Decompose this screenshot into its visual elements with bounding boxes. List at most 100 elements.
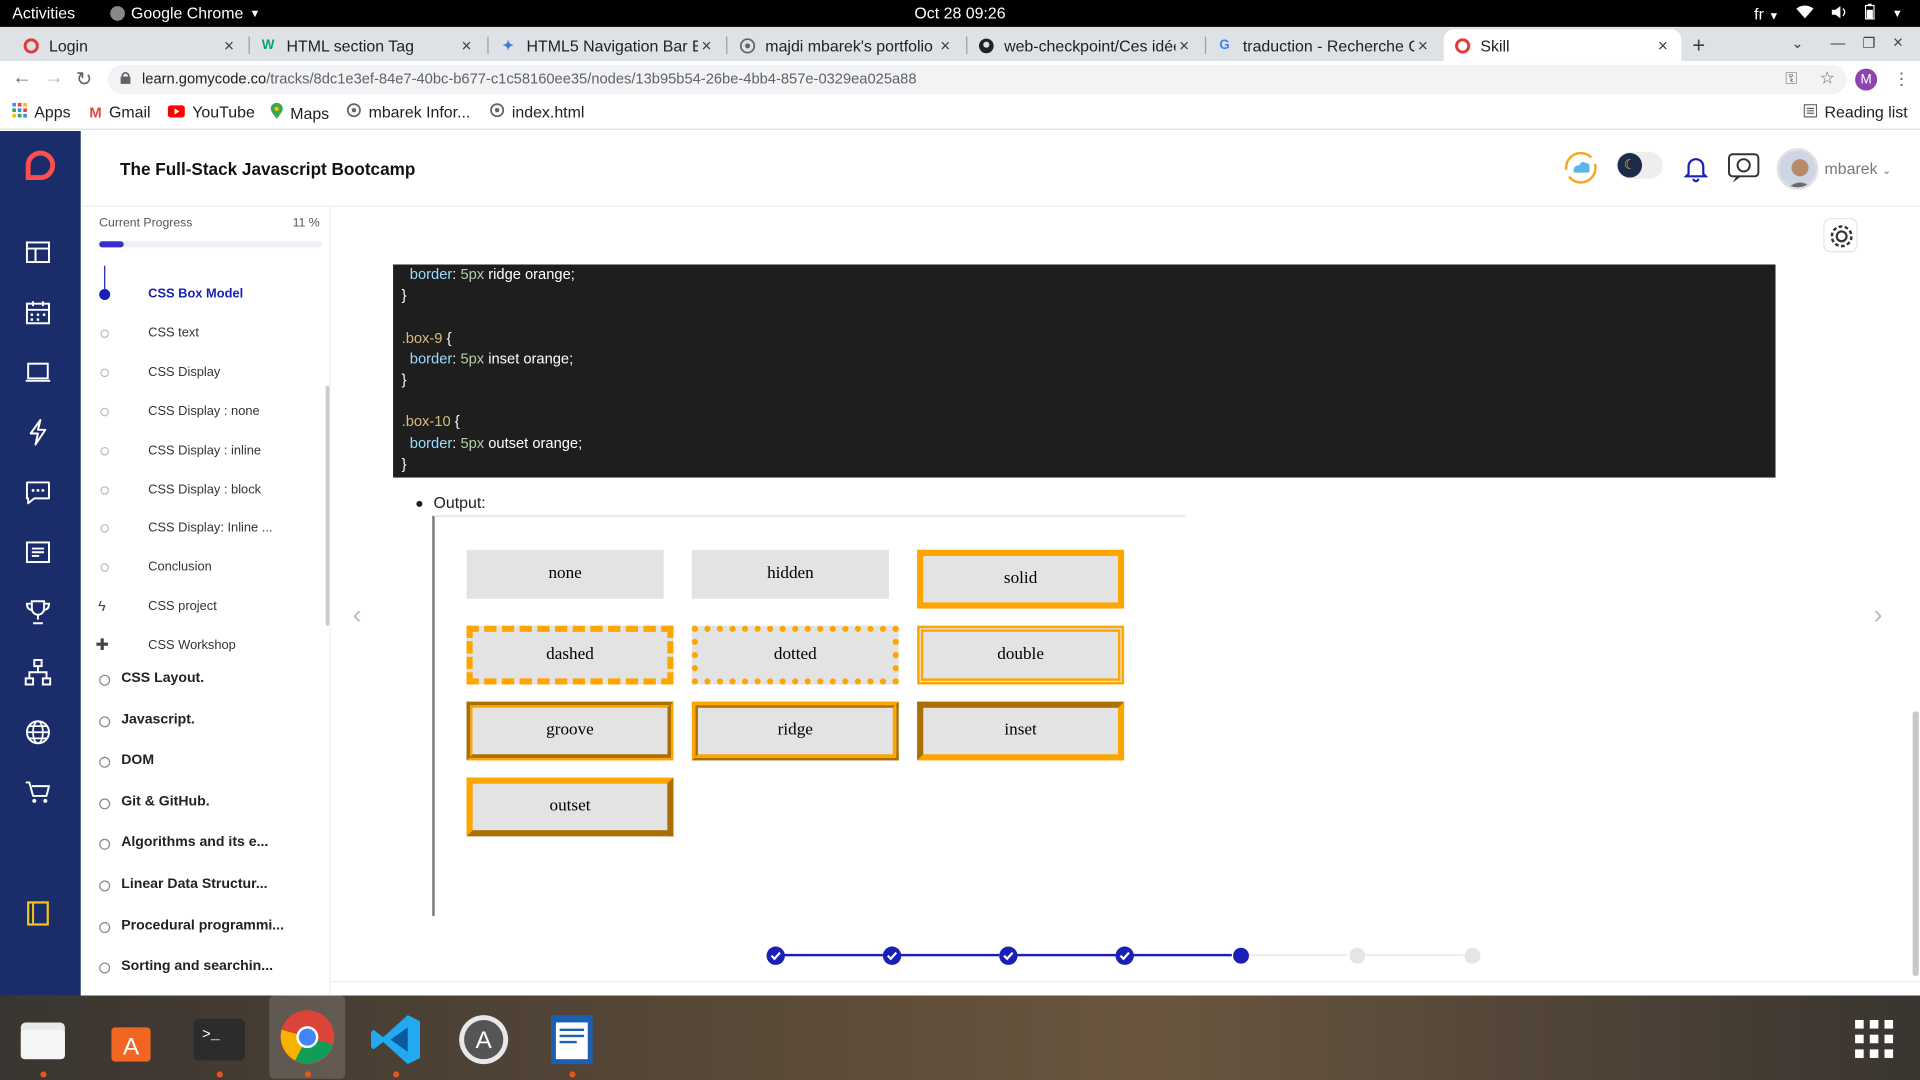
- step-completed[interactable]: [766, 946, 785, 965]
- back-arrow-icon[interactable]: ←: [12, 67, 32, 89]
- wifi-icon[interactable]: [1796, 4, 1814, 22]
- sidebar-section-item[interactable]: Javascript.: [121, 712, 195, 727]
- tab-search-icon[interactable]: ⌄: [1791, 34, 1803, 51]
- step-completed[interactable]: [1115, 946, 1134, 965]
- bell-icon[interactable]: [1683, 156, 1709, 189]
- lock-icon[interactable]: [120, 71, 131, 84]
- vscode-icon[interactable]: [367, 1013, 423, 1067]
- minimize-icon[interactable]: —: [1831, 34, 1846, 51]
- sidebar-lesson-item[interactable]: CSS Display : none: [148, 404, 259, 419]
- dark-mode-toggle[interactable]: ☾: [1616, 151, 1663, 179]
- tab-html-section[interactable]: W HTML section Tag ×: [250, 29, 485, 61]
- weather-sync-icon[interactable]: [1564, 151, 1598, 191]
- sidebar-lesson-item[interactable]: CSS Workshop: [148, 638, 236, 653]
- text-editor-icon[interactable]: [544, 1013, 600, 1067]
- close-tab-icon[interactable]: ×: [1414, 36, 1431, 56]
- tab-html5-navbar[interactable]: ✦ HTML5 Navigation Bar Ex ×: [490, 29, 725, 61]
- settings-button[interactable]: [1823, 217, 1858, 253]
- sidebar-lesson-item[interactable]: CSS Display : inline: [148, 443, 261, 458]
- document-icon[interactable]: [24, 539, 51, 566]
- forward-arrow-icon[interactable]: →: [44, 67, 64, 89]
- sidebar-section-item[interactable]: CSS Layout.: [121, 671, 204, 686]
- tab-github[interactable]: web-checkpoint/Ces idée ×: [967, 29, 1202, 61]
- bookmark-youtube[interactable]: YouTube: [167, 103, 255, 121]
- reload-icon[interactable]: ↻: [76, 67, 92, 91]
- close-tab-icon[interactable]: ×: [458, 36, 475, 56]
- reading-list-button[interactable]: Reading list: [1803, 103, 1908, 121]
- bookmark-mbarek[interactable]: mbarek Infor...: [346, 103, 470, 121]
- step-completed[interactable]: [998, 946, 1018, 965]
- sidebar-section-item[interactable]: Algorithms and its e...: [121, 836, 268, 851]
- sidebar-lesson-item[interactable]: Conclusion: [148, 560, 212, 575]
- gomycode-logo[interactable]: [25, 150, 56, 181]
- user-menu[interactable]: mbarek ⌄: [1824, 159, 1891, 177]
- sidebar-section-item[interactable]: Linear Data Structur...: [121, 877, 267, 892]
- close-tab-icon[interactable]: ×: [698, 36, 715, 56]
- tab-skill[interactable]: Skill ×: [1443, 29, 1682, 62]
- close-tab-icon[interactable]: ×: [1654, 36, 1671, 56]
- sidebar-lesson-item[interactable]: CSS text: [148, 326, 199, 341]
- address-bar[interactable]: learn.gomycode.co/tracks/8dc1e3ef-84e7-4…: [107, 64, 1847, 95]
- progress-percent: 11 %: [292, 216, 320, 231]
- sidebar-section-item[interactable]: DOM: [121, 753, 154, 768]
- bookmark-index[interactable]: index.html: [490, 103, 584, 121]
- previous-arrow-icon[interactable]: ‹: [353, 599, 362, 631]
- user-avatar[interactable]: [1776, 148, 1819, 190]
- network-icon[interactable]: [24, 659, 52, 686]
- notebook-icon[interactable]: [24, 900, 51, 927]
- step-upcoming[interactable]: [1464, 947, 1481, 964]
- page-scrollbar[interactable]: [1912, 711, 1919, 976]
- close-tab-icon[interactable]: ×: [1176, 36, 1193, 56]
- close-tab-icon[interactable]: ×: [220, 36, 237, 56]
- cart-icon[interactable]: [24, 779, 51, 806]
- sidebar-lesson-item[interactable]: CSS Display: [148, 365, 220, 380]
- bookmark-gmail[interactable]: M Gmail: [89, 103, 150, 121]
- profile-avatar[interactable]: M: [1855, 68, 1878, 91]
- globe-icon[interactable]: [24, 719, 51, 746]
- sidebar-section-item[interactable]: Git & GitHub.: [121, 794, 209, 809]
- sidebar-lesson-item[interactable]: CSS Box Model: [148, 287, 243, 302]
- bookmark-apps[interactable]: Apps: [12, 102, 71, 121]
- calendar-icon[interactable]: [24, 299, 51, 326]
- close-tab-icon[interactable]: ×: [937, 36, 954, 56]
- show-applications-icon[interactable]: [1847, 1013, 1903, 1067]
- system-tray[interactable]: fr ▼ ▼: [1754, 3, 1903, 24]
- sidebar-scrollbar[interactable]: [325, 385, 330, 626]
- tracks-icon[interactable]: [24, 239, 51, 266]
- browser-toolbar: ← → ↻ learn.gomycode.co/tracks/8dc1e3ef-…: [0, 61, 1920, 98]
- tab-portfolio[interactable]: majdi mbarek's portfolio ×: [729, 29, 964, 61]
- system-menu-caret-icon[interactable]: ▼: [1892, 7, 1903, 19]
- sidebar-section-item[interactable]: Sorting and searchin...: [121, 959, 273, 974]
- step-completed[interactable]: [882, 946, 902, 965]
- support-chat-icon[interactable]: [1727, 152, 1761, 190]
- sidebar-lesson-item[interactable]: CSS Display: Inline ...: [148, 521, 272, 536]
- step-upcoming[interactable]: [1348, 947, 1365, 964]
- key-icon[interactable]: ⚿: [1785, 69, 1797, 89]
- sidebar-lesson-item[interactable]: CSS project: [148, 599, 217, 614]
- laptop-icon[interactable]: [24, 359, 51, 386]
- kebab-menu-icon[interactable]: ⋮: [1893, 69, 1910, 90]
- lightning-icon[interactable]: [24, 419, 51, 446]
- next-arrow-icon[interactable]: ›: [1873, 599, 1882, 631]
- bookmark-star-icon[interactable]: ☆: [1820, 67, 1835, 88]
- software-updater-icon[interactable]: A: [456, 1013, 512, 1067]
- step-current[interactable]: [1232, 947, 1249, 964]
- restore-icon[interactable]: ❐: [1862, 34, 1875, 51]
- battery-icon[interactable]: [1864, 3, 1875, 24]
- volume-icon[interactable]: [1831, 4, 1848, 22]
- software-center-icon[interactable]: A: [103, 1013, 159, 1067]
- clock[interactable]: Oct 28 09:26: [0, 4, 1920, 22]
- trophy-icon[interactable]: [24, 599, 51, 626]
- language-indicator[interactable]: fr ▼: [1754, 4, 1779, 22]
- tab-login[interactable]: Login ×: [12, 29, 247, 61]
- bookmark-maps[interactable]: Maps: [270, 102, 329, 123]
- tab-google-translate[interactable]: G traduction - Recherche Go ×: [1206, 29, 1441, 61]
- files-icon[interactable]: [15, 1013, 71, 1067]
- close-window-icon[interactable]: ×: [1893, 32, 1903, 52]
- sidebar-section-item[interactable]: Procedural programmi...: [121, 918, 284, 933]
- sidebar-lesson-item[interactable]: CSS Display : block: [148, 482, 261, 497]
- terminal-icon[interactable]: >_: [191, 1013, 247, 1067]
- new-tab-icon[interactable]: +: [1692, 33, 1705, 59]
- chrome-dock-icon[interactable]: [269, 995, 346, 1079]
- chat-icon[interactable]: [24, 479, 51, 506]
